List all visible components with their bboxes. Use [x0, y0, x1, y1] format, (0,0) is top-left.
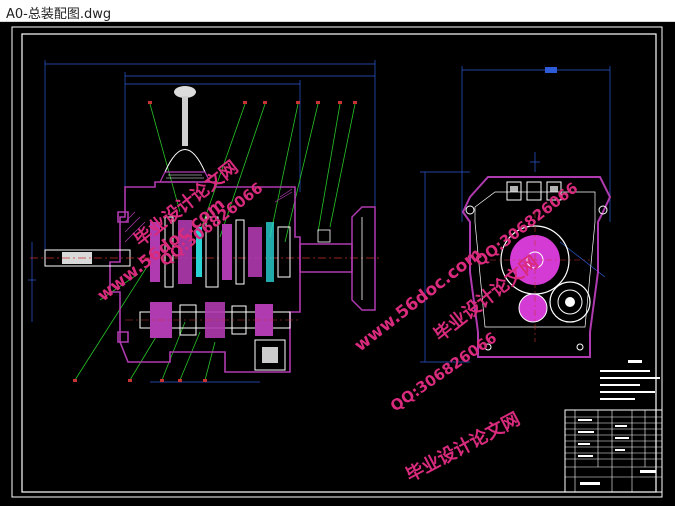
reverse-idler: [254, 339, 286, 371]
window-titlebar: A0-总装配图.dwg: [0, 0, 675, 22]
technical-notes: [600, 360, 660, 400]
assembly-drawing: www.56doc.com QQ:306826066 毕业设计论文网 www.5…: [11, 26, 663, 498]
part-number-marks: [73, 101, 357, 382]
output-flange: [299, 206, 376, 311]
drawing-canvas[interactable]: www.56doc.com QQ:306826066 毕业设计论文网 www.5…: [0, 22, 675, 506]
input-shaft: [30, 249, 380, 267]
dimension-label-mark: [545, 67, 557, 73]
title-block: [564, 409, 663, 493]
window-title: A0-总装配图.dwg: [6, 7, 112, 22]
leader-lines: [74, 103, 356, 381]
countershaft-gears: [125, 302, 300, 338]
watermark-site-center: www.56doc.com: [351, 244, 486, 356]
watermark-brand-bottom: 毕业设计论文网: [402, 408, 524, 487]
shift-lever: [159, 86, 211, 183]
